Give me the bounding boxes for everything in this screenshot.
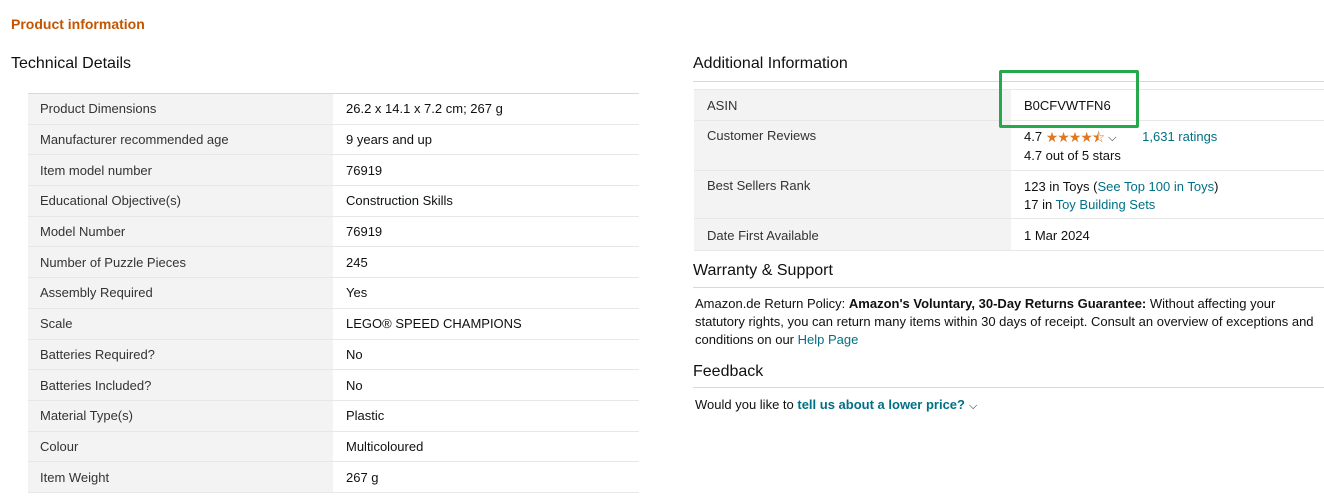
section-title: Product information [11,16,145,32]
rank-toys-suffix: ) [1214,179,1219,194]
tech-detail-label: Number of Puzzle Pieces [28,246,333,278]
technical-details-table: Product Dimensions 26.2 x 14.1 x 7.2 cm; … [28,93,639,493]
feedback-prompt: Would you like to tell us about a lower … [695,397,977,413]
tech-detail-label: Item Weight [28,461,333,493]
return-policy-prefix: Amazon.de Return Policy: [695,296,849,311]
tech-detail-value: Multicoloured [333,430,639,462]
customer-reviews-label: Customer Reviews [694,120,1011,171]
tech-detail-label: Manufacturer recommended age [28,123,333,155]
tech-detail-value: Yes [333,277,639,309]
table-row: Assembly Required Yes [28,277,639,309]
tech-detail-value: 76919 [333,215,639,247]
product-information-page: Product information Technical Details Pr… [0,0,1324,500]
tech-detail-value: Construction Skills [333,185,639,217]
table-row: Batteries Included? No [28,369,639,401]
tech-detail-label: Batteries Included? [28,369,333,401]
rank-building-sets-text: 17 in [1024,197,1056,212]
star-rating-icon[interactable]: ★★★★⯪ [1046,128,1105,146]
tech-detail-label: Model Number [28,215,333,247]
tech-detail-value: No [333,338,639,370]
top-100-toys-link[interactable]: See Top 100 in Toys [1097,179,1214,194]
tech-detail-label: Item model number [28,154,333,186]
table-row: Batteries Required? No [28,338,639,370]
customer-reviews-value: 4.7 ★★★★⯪ ⌵ 1,631 ratings 4.7 out of 5 st… [1011,120,1324,171]
table-row: Colour Multicoloured [28,430,639,462]
table-row: Scale LEGO® SPEED CHAMPIONS [28,307,639,339]
warranty-heading: Warranty & Support [693,262,833,279]
technical-details-heading: Technical Details [11,55,132,72]
additional-information-heading: Additional Information [693,55,848,72]
table-row: Model Number 76919 [28,215,639,247]
tech-detail-label: Product Dimensions [28,93,333,125]
tech-detail-label: Educational Objective(s) [28,185,333,217]
table-row: Product Dimensions 26.2 x 14.1 x 7.2 cm; … [28,93,639,125]
tech-detail-value: 245 [333,246,639,278]
tech-detail-value: 26.2 x 14.1 x 7.2 cm; 267 g [333,93,639,125]
tech-detail-label: Batteries Required? [28,338,333,370]
chevron-down-icon[interactable]: ⌵ [1108,129,1116,147]
returns-guarantee-text: Amazon's Voluntary, 30-Day Returns Guara… [848,296,1147,311]
tech-detail-label: Material Type(s) [28,399,333,432]
table-row: Item model number 76919 [28,154,639,186]
tech-detail-value: 9 years and up [333,123,639,155]
best-sellers-rank-value: 123 in Toys (See Top 100 in Toys) 17 in … [1011,170,1324,219]
table-row: Educational Objective(s) Construction Ski… [28,185,639,217]
date-first-available-label: Date First Available [694,218,1011,251]
table-row: Number of Puzzle Pieces 245 [28,246,639,278]
rank-toys-text: 123 in Toys ( [1024,179,1098,194]
highlight-box [999,70,1139,128]
table-row: Material Type(s) Plastic [28,399,639,432]
table-row: Best Sellers Rank 123 in Toys (See Top 1… [694,170,1324,219]
rating-number: 4.7 [1024,129,1043,144]
table-row: Manufacturer recommended age 9 years and … [28,123,639,155]
feedback-heading: Feedback [693,363,764,380]
help-page-link[interactable]: Help Page [798,332,859,347]
tech-detail-label: Assembly Required [28,277,333,309]
tech-detail-label: Colour [28,430,333,462]
tech-detail-value: LEGO® SPEED CHAMPIONS [333,307,639,339]
chevron-down-icon[interactable]: ⌵ [969,400,977,413]
tech-detail-value: 267 g [333,461,639,493]
best-sellers-rank-label: Best Sellers Rank [694,170,1011,219]
return-policy-text: Amazon.de Return Policy: Amazon's Volunt… [695,295,1323,349]
tech-detail-value: No [333,369,639,401]
asin-label: ASIN [694,89,1011,121]
rating-out-of-text: 4.7 out of 5 stars [1024,148,1121,163]
toy-building-sets-link[interactable]: Toy Building Sets [1056,197,1156,212]
table-row: Item Weight 267 g [28,461,639,493]
divider [693,387,1324,388]
date-first-available-value: 1 Mar 2024 [1011,218,1324,251]
feedback-prompt-text: Would you like to [695,397,798,412]
ratings-count-link[interactable]: 1,631 ratings [1142,129,1217,144]
divider [693,287,1324,288]
table-row: Date First Available 1 Mar 2024 [694,218,1324,251]
tech-detail-value: 76919 [333,154,639,186]
tech-detail-label: Scale [28,307,333,339]
lower-price-link[interactable]: tell us about a lower price? [797,397,965,412]
table-row: Customer Reviews 4.7 ★★★★⯪ ⌵ 1,631 rating… [694,120,1324,171]
tech-detail-value: Plastic [333,399,639,432]
